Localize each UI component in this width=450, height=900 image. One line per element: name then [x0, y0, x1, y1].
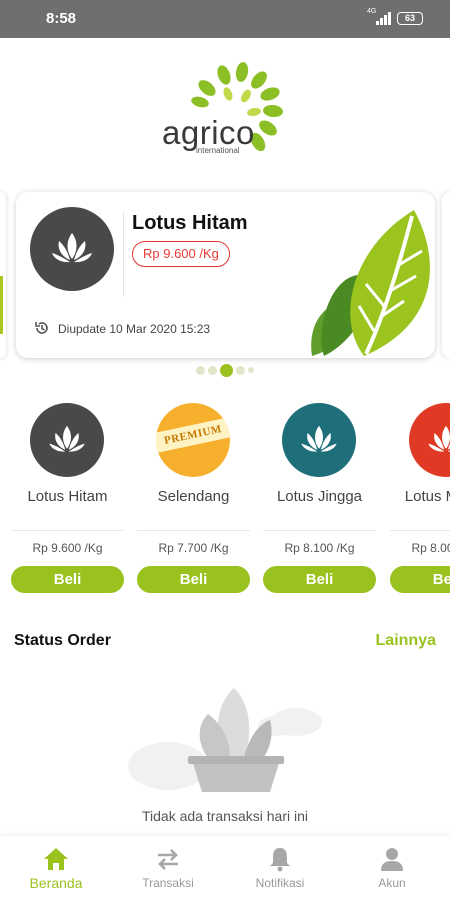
- nav-label: Beranda: [29, 875, 83, 891]
- home-icon: [44, 848, 68, 870]
- product-avatar: [30, 403, 104, 477]
- product-avatar: PREMIUM: [156, 403, 230, 477]
- user-icon: [381, 848, 403, 871]
- divider: [263, 530, 376, 531]
- premium-badge: PREMIUM: [156, 417, 230, 453]
- product-item-selendang[interactable]: PREMIUM Selendang Rp 7.700 /Kg Beli: [137, 396, 250, 596]
- nav-item-beranda[interactable]: Beranda: [0, 836, 112, 900]
- featured-updated-text: Diupdate 10 Mar 2020 15:23: [58, 322, 211, 336]
- carousel-next-card[interactable]: [442, 192, 450, 358]
- nav-item-notifikasi[interactable]: Notifikasi: [224, 836, 336, 900]
- divider: [123, 212, 124, 297]
- product-item-lotus-merah[interactable]: Lotus Merah Rp 8.000 /Kg Beli: [390, 396, 450, 596]
- carousel-dot[interactable]: [248, 367, 254, 373]
- lotus-icon: [49, 425, 85, 452]
- agrico-logo: agrico international: [160, 62, 292, 158]
- product-list[interactable]: Lotus Hitam Rp 9.600 /Kg Beli PREMIUM Se…: [0, 396, 450, 606]
- nav-item-akun[interactable]: Akun: [336, 836, 448, 900]
- nav-item-transaksi[interactable]: Transaksi: [112, 836, 224, 900]
- leaves-illustration: [311, 210, 430, 356]
- history-icon: [35, 322, 48, 334]
- buy-button[interactable]: Beli: [263, 566, 376, 593]
- empty-plant-illustration: [128, 688, 322, 792]
- lotus-icon: [428, 425, 450, 452]
- status-order-title: Status Order: [14, 632, 111, 649]
- carousel-dot[interactable]: [196, 366, 205, 375]
- swap-arrows-icon: [158, 849, 178, 870]
- product-name: Lotus Jingga: [276, 488, 363, 505]
- lotus-icon: [52, 233, 92, 263]
- carousel-dot[interactable]: [208, 366, 217, 375]
- carousel-dot[interactable]: [236, 366, 245, 375]
- featured-price-badge: Rp 9.600 /Kg: [132, 241, 230, 267]
- status-bar: 8:58 4G 63: [0, 0, 450, 38]
- featured-product-card[interactable]: Lotus Hitam Rp 9.600 /Kg Diupdate 10 Mar…: [16, 192, 435, 358]
- product-name: Lotus Merah: [404, 488, 450, 505]
- divider: [390, 530, 450, 531]
- nav-label: Notifikasi: [255, 876, 305, 890]
- empty-state-text: Tidak ada transaksi hari ini: [141, 808, 308, 824]
- nav-label: Transaksi: [142, 876, 194, 890]
- product-item-lotus-hitam[interactable]: Lotus Hitam Rp 9.600 /Kg Beli: [11, 396, 124, 596]
- carousel-prev-card[interactable]: [0, 192, 6, 358]
- featured-product-name: Lotus Hitam: [132, 212, 248, 234]
- carousel-dot-active[interactable]: [220, 364, 233, 377]
- product-name: Lotus Hitam: [27, 488, 108, 505]
- product-avatar: [409, 403, 450, 477]
- product-name: Selendang: [157, 488, 230, 505]
- battery-level: 63: [404, 13, 415, 23]
- signal-icon: [376, 12, 391, 25]
- buy-button[interactable]: Beli: [11, 566, 124, 593]
- battery-icon: 63: [397, 12, 423, 25]
- bell-icon: [270, 848, 290, 872]
- product-price: Rp 8.100 /Kg: [284, 541, 355, 555]
- featured-product-avatar: [30, 207, 114, 291]
- product-avatar: [282, 403, 356, 477]
- lotus-icon: [301, 425, 337, 452]
- prev-card-accent: [0, 276, 3, 334]
- status-time: 8:58: [46, 10, 77, 27]
- product-price: Rp 9.600 /Kg: [32, 541, 103, 555]
- product-price: Rp 8.000 /Kg: [411, 541, 450, 555]
- see-more-link[interactable]: Lainnya: [376, 632, 436, 650]
- product-item-lotus-jingga[interactable]: Lotus Jingga Rp 8.100 /Kg Beli: [263, 396, 376, 596]
- bottom-navigation: Beranda Transaksi Notifikasi Akun: [0, 836, 450, 900]
- product-price: Rp 7.700 /Kg: [158, 541, 229, 555]
- divider: [137, 530, 250, 531]
- divider: [11, 530, 124, 531]
- nav-label: Akun: [378, 876, 406, 890]
- brand-subtitle: international: [196, 146, 240, 155]
- buy-button[interactable]: Beli: [137, 566, 250, 593]
- buy-button[interactable]: Beli: [390, 566, 450, 593]
